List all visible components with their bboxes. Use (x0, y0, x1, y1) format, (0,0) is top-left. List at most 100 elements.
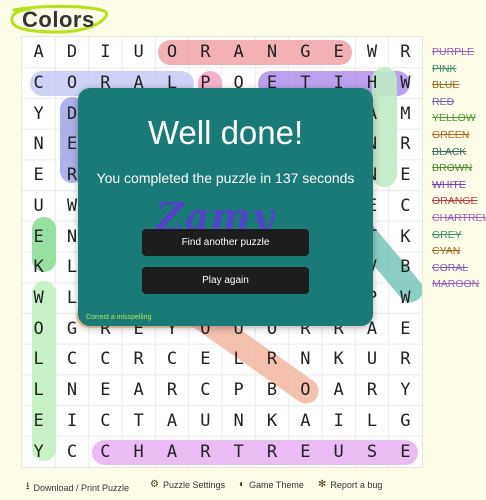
grid-cell[interactable]: R (389, 344, 422, 375)
bug-icon: ✻ (318, 479, 327, 490)
grid-cell[interactable]: I (322, 406, 355, 437)
grid-cell[interactable]: S (355, 436, 388, 467)
grid-cell[interactable]: C (22, 68, 55, 99)
grid-cell[interactable]: C (389, 191, 422, 222)
word-list-item: GREEN (432, 128, 470, 141)
grid-cell[interactable]: E (22, 406, 55, 437)
footer-toolbar: ⭳ Download / Print Puzzle ⚙ Puzzle Setti… (26, 479, 481, 493)
grid-cell[interactable]: E (389, 313, 422, 344)
grid-cell[interactable]: R (355, 375, 388, 406)
grid-cell[interactable]: W (22, 283, 55, 314)
grid-cell[interactable]: I (55, 406, 88, 437)
report-bug-label: Report a bug (330, 479, 383, 490)
grid-cell[interactable]: R (155, 375, 188, 406)
grid-cell[interactable]: I (89, 37, 122, 68)
grid-cell[interactable]: T (222, 436, 255, 467)
puzzle-settings-link[interactable]: ⚙ Puzzle Settings (150, 479, 225, 490)
grid-cell[interactable]: K (322, 344, 355, 375)
grid-cell[interactable]: O (22, 313, 55, 344)
grid-cell[interactable]: A (122, 375, 155, 406)
grid-cell[interactable]: E (22, 221, 55, 252)
grid-cell[interactable]: C (89, 406, 122, 437)
grid-cell[interactable]: C (55, 344, 88, 375)
grid-cell[interactable]: G (389, 406, 422, 437)
grid-cell[interactable]: W (389, 283, 422, 314)
grid-cell[interactable]: M (389, 98, 422, 129)
word-list-item: RED (432, 95, 455, 108)
download-print-link[interactable]: ⭳ Download / Print Puzzle (26, 479, 129, 496)
grid-cell[interactable]: N (289, 344, 322, 375)
report-bug-link[interactable]: ✻ Report a bug (318, 479, 382, 490)
grid-cell[interactable]: D (55, 37, 88, 68)
grid-cell[interactable]: N (55, 375, 88, 406)
word-list-item: YELLOW (432, 112, 476, 125)
grid-cell[interactable]: R (389, 37, 422, 68)
word-list-item: CORAL (432, 261, 469, 274)
download-label: Download / Print Puzzle (33, 482, 130, 493)
grid-cell[interactable]: R (255, 436, 288, 467)
grid-cell[interactable]: R (255, 344, 288, 375)
grid-cell[interactable]: C (55, 436, 88, 467)
grid-cell[interactable]: U (22, 191, 55, 222)
gear-icon: ⚙ (150, 479, 159, 490)
grid-cell[interactable]: G (289, 37, 322, 68)
word-list: PURPLE PINK BLUE RED YELLOW GREEN BLACK BROWN WH… (432, 44, 486, 293)
grid-cell[interactable]: O (155, 37, 188, 68)
grid-cell[interactable]: K (255, 406, 288, 437)
grid-cell[interactable]: N (255, 37, 288, 68)
grid-cell[interactable]: W (355, 37, 388, 68)
grid-cell[interactable]: C (155, 344, 188, 375)
grid-cell[interactable]: B (255, 375, 288, 406)
grid-cell[interactable]: A (22, 37, 55, 68)
grid-cell[interactable]: R (189, 436, 222, 467)
grid-cell[interactable]: N (222, 406, 255, 437)
grid-cell[interactable]: Y (389, 375, 422, 406)
page-title: Colors (22, 7, 95, 32)
grid-cell[interactable]: R (189, 37, 222, 68)
word-list-item: MAROON (432, 278, 480, 291)
grid-cell[interactable]: U (322, 436, 355, 467)
grid-cell[interactable]: A (222, 37, 255, 68)
grid-cell[interactable]: A (155, 436, 188, 467)
grid-cell[interactable]: E (22, 160, 55, 191)
grid-cell[interactable]: L (355, 406, 388, 437)
grid-cell[interactable]: U (355, 344, 388, 375)
grid-cell[interactable]: K (389, 221, 422, 252)
grid-cell[interactable]: L (22, 344, 55, 375)
correct-misspelling-link[interactable]: Correct a misspelling (86, 314, 151, 321)
grid-cell[interactable]: A (322, 375, 355, 406)
grid-cell[interactable]: U (189, 406, 222, 437)
grid-cell[interactable]: E (389, 160, 422, 191)
word-list-item: PURPLE (432, 46, 475, 58)
grid-cell[interactable]: L (222, 344, 255, 375)
grid-cell[interactable]: R (122, 344, 155, 375)
grid-cell[interactable]: P (222, 375, 255, 406)
grid-cell[interactable]: H (122, 436, 155, 467)
grid-cell[interactable]: W (389, 68, 422, 99)
grid-cell[interactable]: E (189, 344, 222, 375)
grid-cell[interactable]: C (89, 436, 122, 467)
grid-cell[interactable]: T (122, 406, 155, 437)
game-theme-link[interactable]: ◐ Game Theme (239, 479, 304, 490)
grid-cell[interactable]: B (389, 252, 422, 283)
grid-cell[interactable]: E (322, 37, 355, 68)
grid-cell[interactable]: E (389, 436, 422, 467)
grid-cell[interactable]: K (22, 252, 55, 283)
grid-cell[interactable]: Y (22, 98, 55, 129)
grid-cell[interactable]: C (189, 375, 222, 406)
grid-cell[interactable]: E (289, 436, 322, 467)
grid-cell[interactable]: L (22, 375, 55, 406)
grid-cell[interactable]: Y (22, 436, 55, 467)
grid-cell[interactable]: E (89, 375, 122, 406)
play-again-button[interactable]: Play again (142, 267, 309, 294)
grid-cell[interactable]: U (122, 37, 155, 68)
word-list-item: BROWN (432, 162, 473, 175)
find-another-puzzle-button[interactable]: Find another puzzle (142, 229, 309, 256)
grid-cell[interactable]: A (289, 406, 322, 437)
grid-cell[interactable]: A (155, 406, 188, 437)
grid-cell[interactable]: O (289, 375, 322, 406)
grid-cell[interactable]: R (389, 129, 422, 160)
dialog-subtitle: You completed the puzzle in 137 seconds (96, 170, 355, 186)
grid-cell[interactable]: N (22, 129, 55, 160)
grid-cell[interactable]: C (89, 344, 122, 375)
